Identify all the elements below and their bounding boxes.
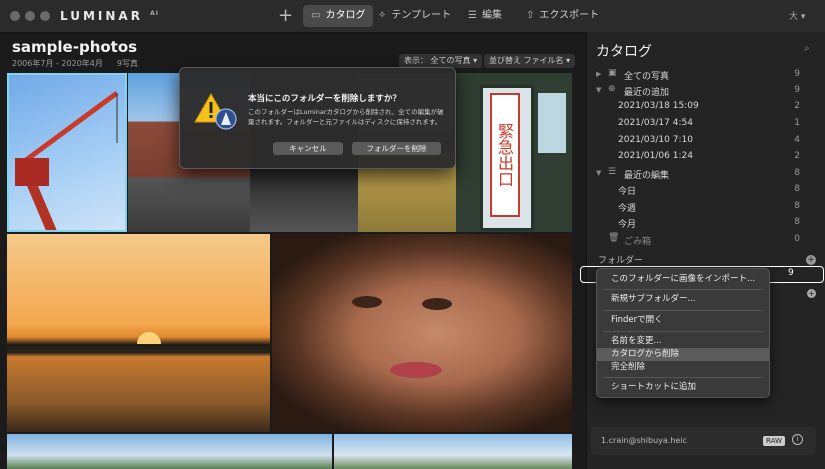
zoom-window-button[interactable] [40, 11, 50, 21]
sliders-icon: ☰ [468, 10, 477, 21]
photo-landscape-2[interactable] [334, 434, 572, 469]
add-shortcut-button[interactable]: + [807, 289, 816, 298]
folder-icon: ▭ [311, 10, 321, 21]
file-name: 1.crain@shibuya.heic [601, 436, 687, 445]
sidebar-title: カタログ [596, 44, 652, 60]
sidebar-item-this-month[interactable]: 今月 8 [596, 215, 800, 231]
info-icon[interactable]: i [792, 434, 803, 445]
menu-separator [603, 289, 763, 290]
sidebar-item-recently-edited[interactable]: ▼ ☰ 最近の編集 8 [596, 166, 800, 182]
app-logo: LUMINAR AI [60, 9, 160, 23]
photos-icon: ▣ [608, 68, 617, 78]
trash-icon: 🗑 [608, 233, 620, 243]
sidebar-item-this-week[interactable]: 今週 8 [596, 199, 800, 215]
photo-crane[interactable] [7, 73, 127, 232]
close-window-button[interactable] [10, 11, 20, 21]
sidebar-item-date[interactable]: 2021/01/06 1:24 2 [596, 149, 800, 165]
sliders-icon: ☰ [608, 167, 617, 177]
photo-sunset[interactable] [7, 234, 270, 432]
menu-separator [603, 310, 763, 311]
tab-templates[interactable]: ✧ テンプレート [370, 5, 459, 27]
minimize-window-button[interactable] [25, 11, 35, 21]
sun-shape [137, 332, 161, 344]
menu-item-open-finder[interactable]: Finderで開く [597, 314, 769, 327]
menu-item-delete-permanently[interactable]: 完全削除 [597, 361, 769, 374]
date-range: 2006年7月 - 2020年4月 [12, 59, 103, 68]
menu-item-new-subfolder[interactable]: 新規サブフォルダー... [597, 293, 769, 306]
sort-dropdown[interactable]: 並び替え ファイル名 ▾ [484, 54, 576, 68]
tab-catalog[interactable]: ▭ カタログ [303, 5, 374, 27]
crane-illustration [15, 90, 119, 232]
sidebar-item-today[interactable]: 今日 8 [596, 182, 800, 198]
library-title: sample-photos [12, 38, 138, 56]
selected-folder-count: 9 [788, 268, 794, 278]
search-icon[interactable]: ⌕ [804, 43, 810, 54]
thumbnail-size-menu[interactable]: 大 ▾ [789, 9, 805, 22]
magic-wand-icon: ✧ [378, 10, 387, 21]
folders-section-label: フォルダー [598, 256, 644, 266]
tab-edit[interactable]: ☰ 編集 [460, 5, 510, 27]
dialog-title: 本当にこのフォルダーを削除しますか？ [248, 94, 401, 104]
emergency-exit-sign: 緊急出口 [490, 93, 520, 217]
sidebar-item-date[interactable]: 2021/03/18 15:09 2 [596, 99, 800, 115]
photo-landscape-1[interactable] [7, 434, 332, 469]
menu-item-add-shortcut[interactable]: ショートカットに追加 [597, 381, 769, 394]
photo-portrait[interactable] [272, 234, 572, 432]
add-folder-button[interactable]: + [806, 255, 816, 265]
warning-icon [194, 92, 237, 130]
menu-separator [603, 331, 763, 332]
chevron-down-icon[interactable]: ▼ [596, 86, 601, 94]
share-icon: ⇧ [526, 10, 535, 21]
menu-item-import[interactable]: このフォルダーに画像をインポート... [597, 273, 769, 286]
menu-item-rename[interactable]: 名前を変更... [597, 335, 769, 348]
sidebar-item-trash[interactable]: 🗑 ごみ箱 0 [596, 232, 800, 248]
sidebar-item-date[interactable]: 2021/03/10 7:10 4 [596, 133, 800, 149]
library-subtitle: 2006年7月 - 2020年4月 9写真 [12, 58, 152, 69]
chevron-down-icon[interactable]: ▼ [596, 169, 601, 177]
tab-export[interactable]: ⇧ エクスポート [518, 5, 607, 27]
chevron-right-icon[interactable]: ▶ [596, 70, 601, 78]
dialog-message: このフォルダーはLuminarカタログから削除され、全ての編集が破棄されます。フ… [248, 108, 444, 126]
view-filter-dropdown[interactable]: 表示： 全ての写真 ▾ [399, 54, 483, 68]
sidebar-item-recently-added[interactable]: ▼ ⊕ 最近の追加 9 [596, 83, 800, 99]
menu-item-remove-from-catalog[interactable]: カタログから削除 [597, 348, 769, 361]
raw-badge: RAW [763, 436, 785, 446]
photo-train-window[interactable]: 緊急出口 [456, 73, 572, 232]
add-photos-button[interactable]: + [278, 5, 293, 26]
folder-context-menu: このフォルダーに画像をインポート... 新規サブフォルダー... Finderで… [596, 268, 770, 398]
menu-separator [603, 377, 763, 378]
sidebar-item-date[interactable]: 2021/03/17 4:54 1 [596, 116, 800, 132]
photo-count: 9写真 [116, 59, 138, 68]
delete-folder-button[interactable]: フォルダーを削除 [352, 142, 441, 155]
add-circle-icon: ⊕ [608, 84, 616, 94]
cancel-button[interactable]: キャンセル [273, 142, 343, 155]
sidebar-item-all-photos[interactable]: ▶ ▣ 全ての写真 9 [596, 67, 800, 83]
